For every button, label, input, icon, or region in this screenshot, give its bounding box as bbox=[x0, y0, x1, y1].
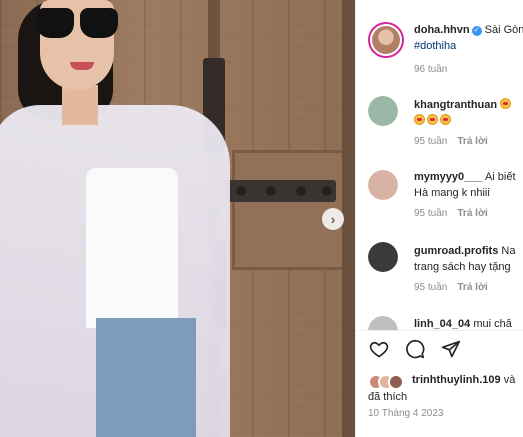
likes-connector: và bbox=[503, 374, 516, 386]
comment-username[interactable]: khangtranthuan bbox=[414, 99, 497, 111]
post-sidebar: doha.hhvn ✓ Sài Gòn #dothiha 96 tuần khan… bbox=[355, 0, 523, 437]
comment-username[interactable]: gumroad.profits bbox=[414, 245, 498, 257]
comment-time: 95 tuần bbox=[414, 136, 448, 147]
action-bar bbox=[368, 338, 462, 362]
heart-icon[interactable] bbox=[368, 338, 390, 360]
post-photo[interactable]: › bbox=[0, 0, 355, 437]
comment-text-line2: trang sách hay tặng bbox=[414, 261, 511, 273]
chevron-right-icon[interactable]: › bbox=[322, 208, 344, 230]
share-icon[interactable] bbox=[440, 338, 462, 360]
liker-avatar bbox=[388, 374, 404, 390]
heart-eyes-emoji-icon bbox=[440, 114, 451, 125]
comment-username[interactable]: linh_04_04 bbox=[414, 318, 470, 330]
caption-time: 96 tuần bbox=[414, 64, 448, 75]
door-strap bbox=[226, 180, 336, 202]
comment-text-line2: Hà mang k nhiii bbox=[414, 187, 490, 199]
likes-label: đã thích bbox=[368, 391, 408, 403]
commenter-avatar[interactable] bbox=[368, 170, 398, 200]
reply-button[interactable]: Trả lời bbox=[457, 282, 487, 293]
verified-badge-icon: ✓ bbox=[471, 26, 482, 36]
comment-time: 95 tuần bbox=[414, 208, 448, 219]
reply-button[interactable]: Trả lời bbox=[457, 136, 487, 147]
denim-shorts bbox=[96, 318, 196, 437]
commenter-avatar[interactable] bbox=[368, 242, 398, 272]
comment-text: Ai biết bbox=[484, 171, 516, 183]
caption-hashtag[interactable]: #dothiha bbox=[414, 38, 523, 54]
heart-eyes-emoji-icon bbox=[427, 114, 438, 125]
comment-emojis bbox=[414, 113, 523, 129]
post-date: 10 Tháng 4 2023 bbox=[368, 408, 444, 419]
person-figure bbox=[0, 0, 240, 437]
author-username[interactable]: doha.hhvn bbox=[414, 24, 470, 36]
commenter-avatar[interactable] bbox=[368, 96, 398, 126]
comment-time: 95 tuần bbox=[414, 282, 448, 293]
comment-icon[interactable] bbox=[404, 338, 426, 360]
heart-eyes-emoji-icon bbox=[500, 98, 512, 109]
sunglasses bbox=[36, 8, 122, 42]
author-avatar[interactable] bbox=[368, 22, 404, 58]
white-tank-top bbox=[86, 168, 178, 328]
divider bbox=[356, 330, 523, 331]
comment-username[interactable]: mymyyy0___ bbox=[414, 171, 483, 183]
post-location[interactable]: Sài Gòn bbox=[485, 24, 523, 36]
likes-summary[interactable]: trinhthuylinh.109 và đã thích bbox=[368, 372, 523, 406]
comment-text: mui châ bbox=[473, 318, 512, 330]
liker-username[interactable]: trinhthuylinh.109 bbox=[412, 374, 501, 386]
heart-eyes-emoji-icon bbox=[414, 114, 425, 125]
comment-item: linh_04_04 mui châ bbox=[356, 316, 523, 330]
comment-text: Na bbox=[501, 245, 516, 257]
commenter-avatar[interactable] bbox=[368, 316, 398, 330]
reply-button[interactable]: Trả lời bbox=[457, 208, 487, 219]
